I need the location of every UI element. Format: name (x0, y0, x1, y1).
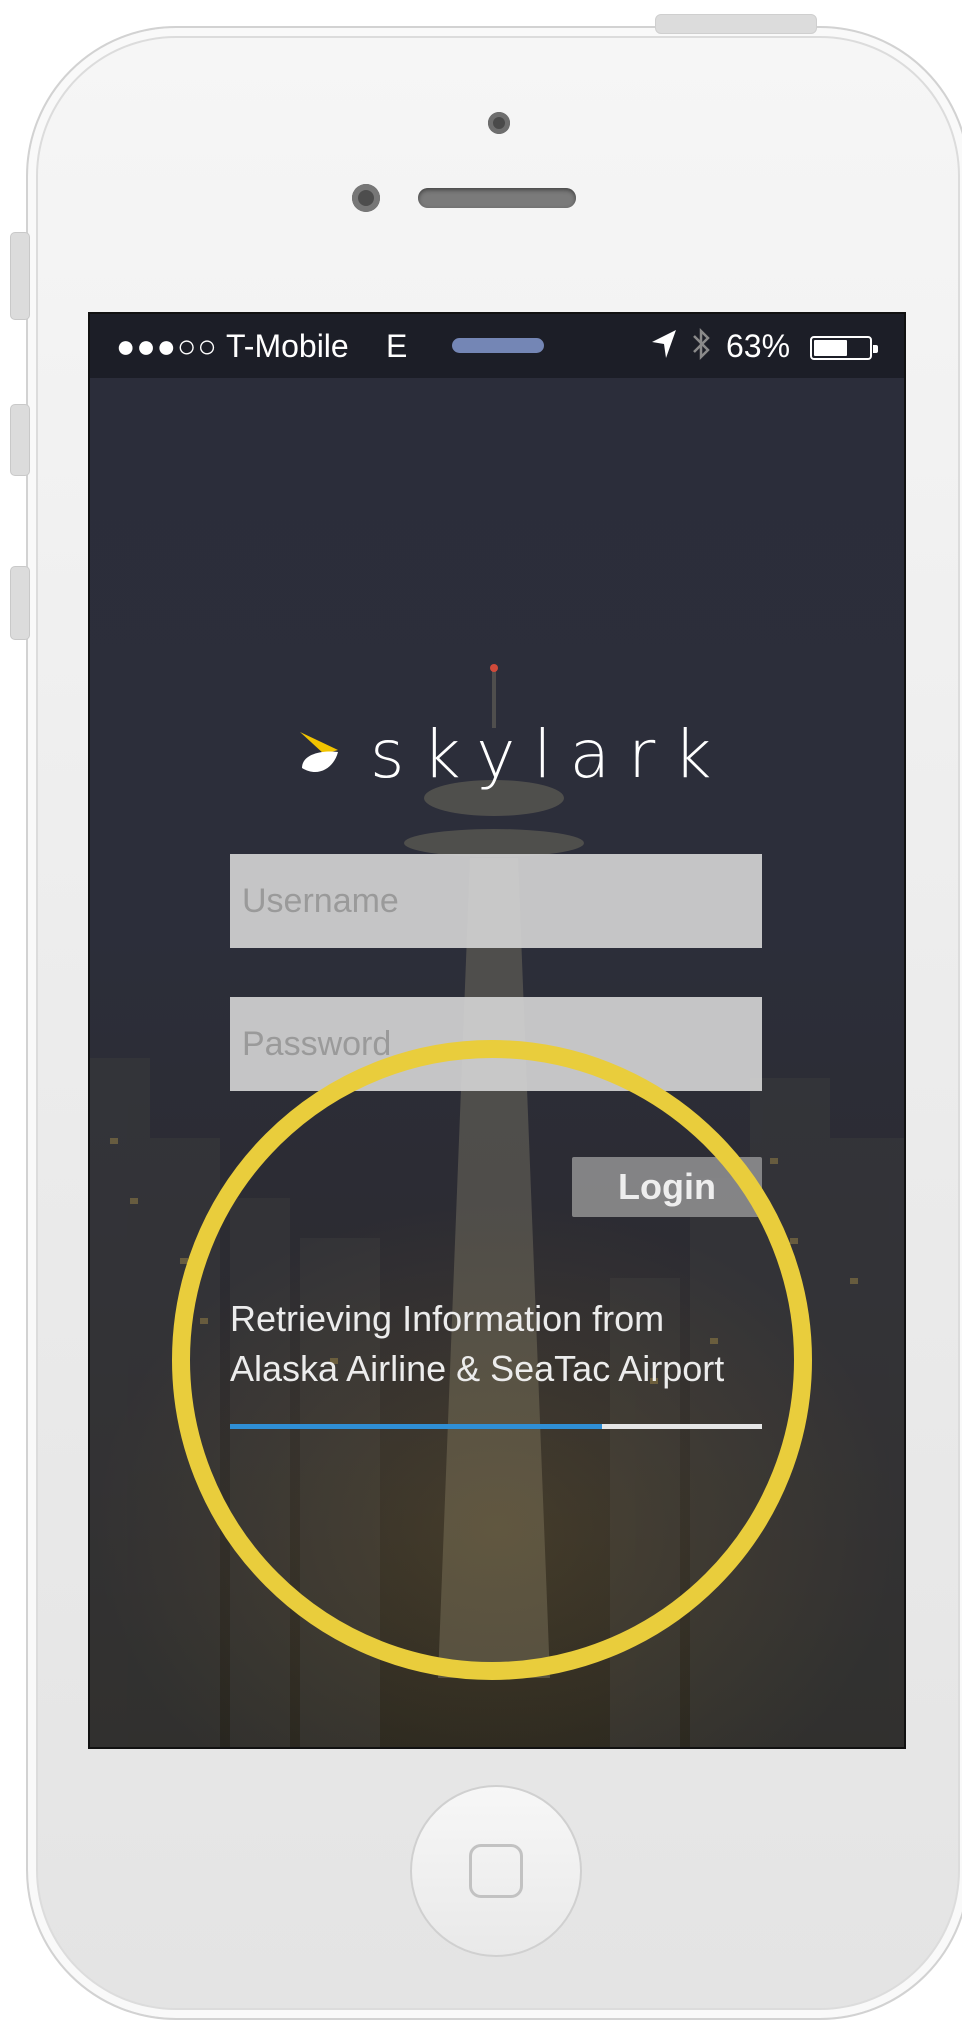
username-input[interactable] (230, 854, 762, 948)
battery-level-fill (814, 340, 847, 356)
volume-down-button (10, 566, 30, 640)
battery-cap (873, 345, 878, 353)
proximity-sensor (488, 112, 510, 134)
highlight-circle-annotation (172, 1040, 812, 1680)
power-button (655, 14, 817, 34)
location-arrow-icon (652, 330, 676, 358)
skylark-logo-icon (300, 732, 338, 773)
call-indicator-pill (452, 338, 544, 353)
front-camera (352, 184, 380, 212)
app-brand-name: skylark (370, 716, 730, 793)
volume-up-button (10, 404, 30, 476)
home-button[interactable] (410, 1785, 582, 1957)
mute-switch (10, 232, 30, 320)
bluetooth-icon (693, 327, 710, 361)
network-type: E (386, 328, 408, 364)
carrier-name: T-Mobile (226, 328, 349, 364)
signal-strength-icon: ●●●○○ (116, 328, 218, 364)
earpiece-speaker (418, 188, 576, 208)
battery-icon (810, 336, 878, 360)
battery-percentage: 63% (726, 328, 791, 364)
status-bar: ●●●○○ T-Mobile E 63% (90, 314, 904, 378)
home-square-icon (469, 1844, 523, 1898)
